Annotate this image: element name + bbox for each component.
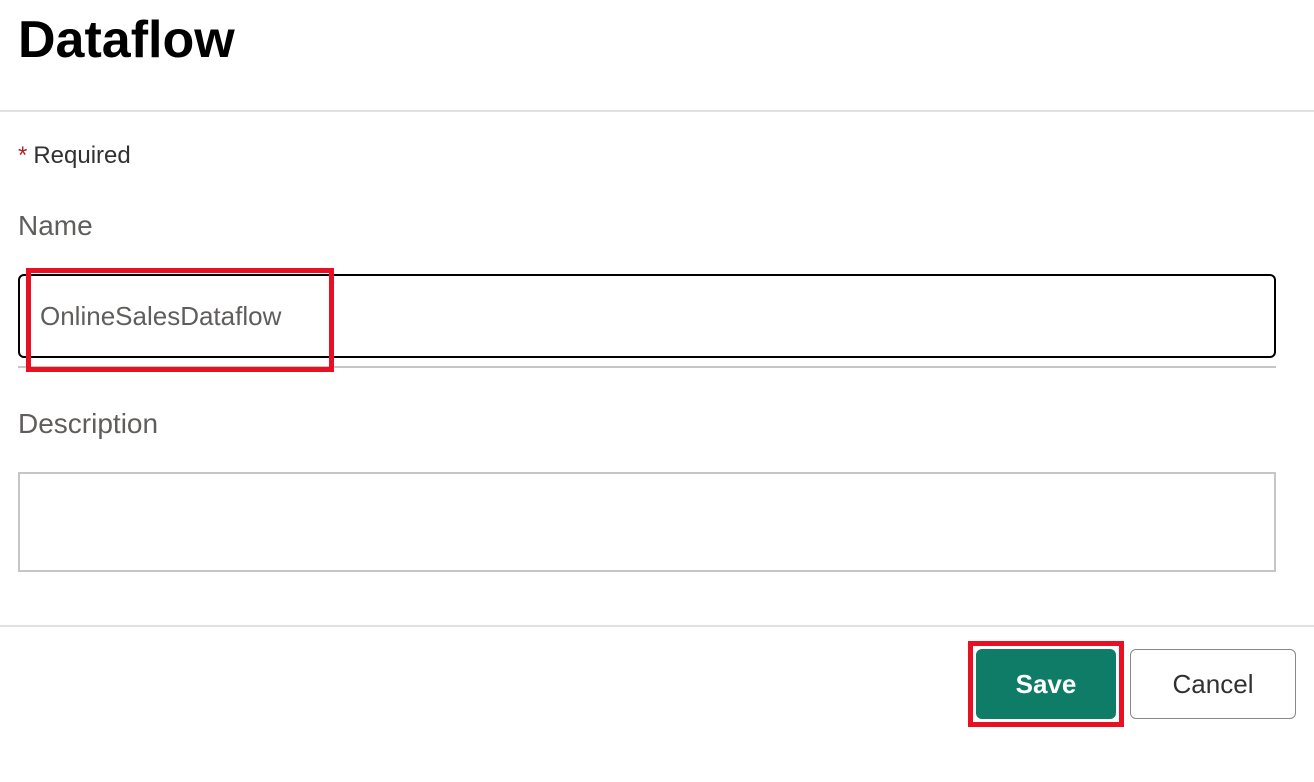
name-input[interactable] [18, 274, 1276, 358]
form-body: *Required Name Description [0, 112, 1314, 607]
save-button-wrap: Save [976, 649, 1116, 719]
save-button[interactable]: Save [976, 649, 1116, 719]
dataflow-dialog: Dataflow *Required Name Description Save… [0, 0, 1314, 782]
required-asterisk-icon: * [18, 142, 27, 169]
name-underline [18, 366, 1276, 368]
required-text: Required [33, 142, 130, 169]
cancel-button[interactable]: Cancel [1130, 649, 1296, 719]
dialog-title: Dataflow [18, 10, 1296, 70]
name-input-wrap [18, 274, 1296, 358]
dialog-header: Dataflow [0, 0, 1314, 110]
description-label: Description [18, 408, 1296, 440]
dialog-footer: Save Cancel [0, 627, 1314, 719]
required-note: *Required [18, 142, 1296, 170]
description-input[interactable] [18, 472, 1276, 572]
name-label: Name [18, 210, 1296, 242]
